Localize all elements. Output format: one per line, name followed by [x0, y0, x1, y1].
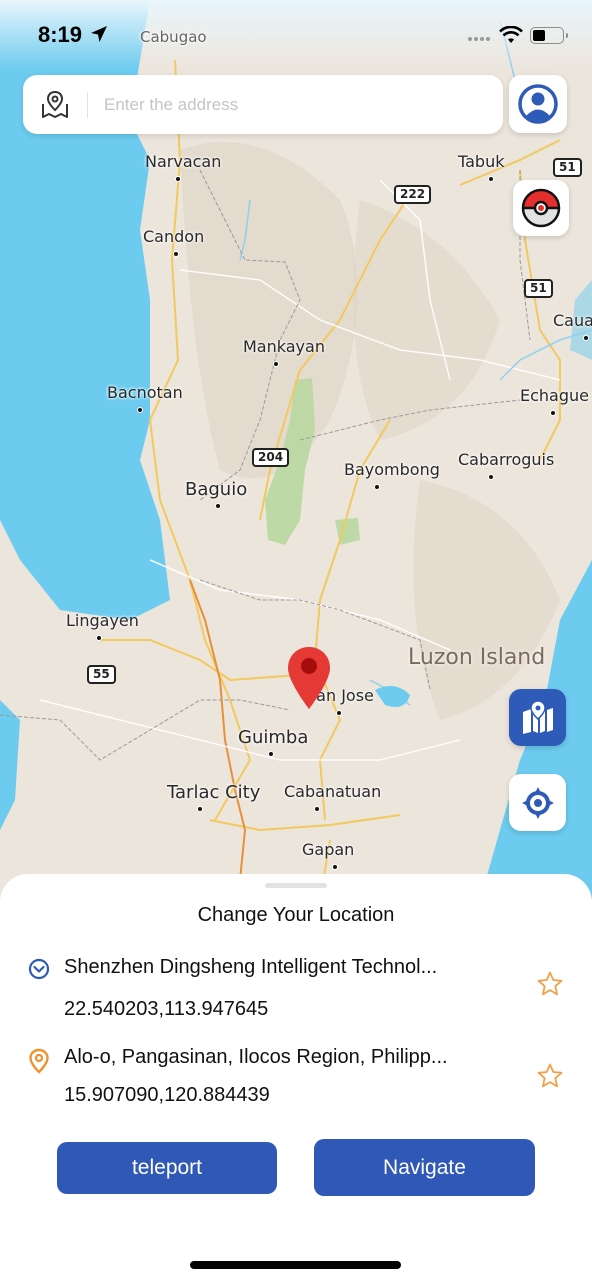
teleport-button[interactable]: teleport — [57, 1142, 277, 1194]
map-place-label: Narvacan — [145, 152, 222, 171]
folded-map-pin-icon — [522, 699, 553, 734]
map-place-label: Candon — [143, 227, 205, 246]
city-dot — [332, 864, 338, 870]
map-place-label: Bayombong — [344, 460, 440, 479]
city-dot — [374, 484, 380, 490]
map-place-label: Gapan — [302, 840, 355, 859]
home-indicator[interactable] — [190, 1261, 401, 1269]
map-place-label: Mankayan — [243, 337, 325, 356]
favorite-star-icon[interactable] — [536, 970, 564, 998]
origin-name: Shenzhen Dingsheng Intelligent Technol..… — [64, 956, 438, 978]
city-dot — [488, 474, 494, 480]
city-dot — [96, 635, 102, 641]
map-place-label: Cabarroguis — [458, 450, 555, 469]
address-input[interactable] — [104, 94, 464, 115]
map-place-label: Bacnotan — [107, 383, 183, 402]
map-place-label: Tabuk — [458, 152, 505, 171]
pokeball-icon — [521, 188, 561, 228]
map-location-icon — [23, 90, 87, 120]
map-pin-marker-icon — [288, 647, 330, 709]
profile-button[interactable] — [509, 75, 567, 133]
address-search-bar[interactable] — [23, 75, 503, 134]
change-location-sheet: Change Your Location Shenzhen Dingsheng … — [0, 874, 592, 1280]
map-place-label: Caua — [553, 311, 592, 330]
navigate-button[interactable]: Navigate — [314, 1139, 535, 1196]
map-place-label: Echague — [520, 386, 589, 405]
pokeball-button[interactable] — [513, 180, 569, 236]
cellular-signal-icon — [468, 37, 490, 41]
map-mode-button[interactable] — [509, 689, 566, 746]
wifi-icon — [499, 26, 523, 43]
destination-coords: 15.907090,120.884439 — [64, 1084, 270, 1106]
city-dot — [137, 407, 143, 413]
location-services-icon — [91, 26, 107, 42]
current-location-chevron-icon — [28, 958, 50, 980]
city-dot — [314, 806, 320, 812]
destination-pin-icon — [29, 1048, 49, 1074]
user-avatar-icon — [518, 84, 558, 124]
favorite-star-icon[interactable] — [536, 1062, 564, 1090]
sheet-title: Change Your Location — [197, 904, 395, 926]
locate-me-button[interactable] — [509, 774, 566, 831]
highway-shield: 55 — [87, 665, 116, 684]
destination-name: Alo-o, Pangasinan, Ilocos Region, Philip… — [64, 1046, 448, 1068]
status-bar: 8:19 — [0, 0, 592, 60]
map-place-label: Cabanatuan — [284, 782, 382, 801]
origin-location-row: Shenzhen Dingsheng Intelligent Technol..… — [28, 956, 568, 1026]
battery-icon — [530, 27, 568, 44]
city-dot — [488, 176, 494, 182]
clock: 8:19 — [38, 22, 83, 47]
highway-shield: 51 — [524, 279, 553, 298]
map-place-label: Luzon Island — [408, 645, 546, 670]
map-place-label: Baguio — [185, 479, 248, 500]
city-dot — [215, 503, 221, 509]
map-place-label: Guimba — [238, 727, 309, 748]
destination-location-row: Alo-o, Pangasinan, Ilocos Region, Philip… — [28, 1046, 568, 1116]
city-dot — [550, 410, 556, 416]
highway-shield: 51 — [553, 158, 582, 177]
search-divider — [87, 91, 88, 118]
city-dot — [336, 710, 342, 716]
map-place-label: Tarlac City — [167, 782, 261, 803]
map-view[interactable]: Cabugao Narvacan Tabuk Candon Caua Mankayan Ba… — [0, 0, 592, 900]
city-dot — [583, 335, 589, 341]
map-place-label: Lingayen — [66, 611, 139, 630]
origin-coords: 22.540203,113.947645 — [64, 998, 269, 1020]
city-dot — [268, 751, 274, 757]
city-dot — [175, 176, 181, 182]
location-pin[interactable] — [286, 645, 332, 716]
city-dot — [173, 251, 179, 257]
sheet-grabber-handle[interactable] — [265, 883, 327, 888]
city-dot — [197, 806, 203, 812]
crosshair-target-icon — [521, 786, 554, 819]
highway-shield: 222 — [394, 185, 432, 204]
highway-shield: 204 — [252, 448, 290, 467]
city-dot — [273, 361, 279, 367]
